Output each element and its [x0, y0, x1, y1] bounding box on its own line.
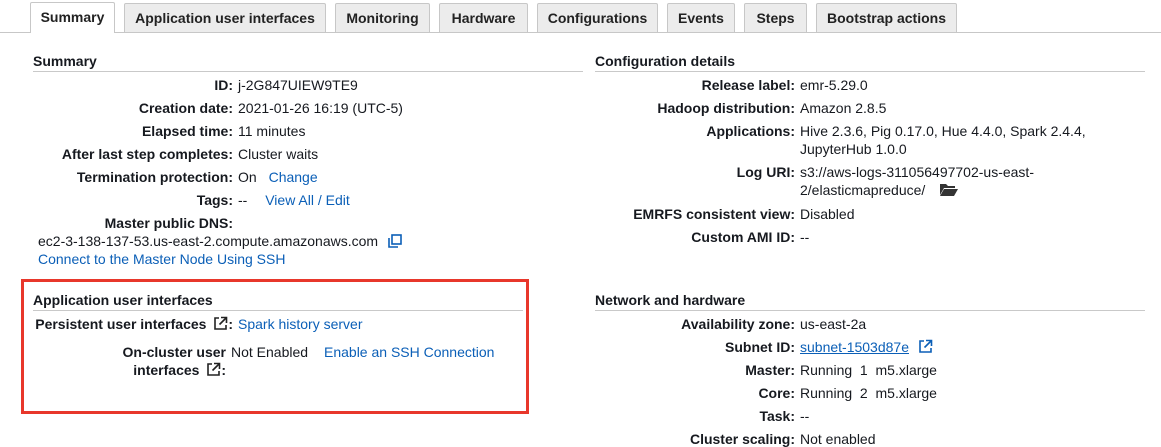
- tab-configurations[interactable]: Configurations: [537, 3, 658, 32]
- cluster-scaling-value: Not enabled: [800, 431, 876, 447]
- tab-events[interactable]: Events: [667, 3, 735, 32]
- connect-ssh-link[interactable]: Connect to the Master Node Using SSH: [38, 251, 285, 267]
- copy-icon[interactable]: [388, 234, 402, 251]
- creation-date-value: 2021-01-26 16:19 (UTC-5): [238, 100, 403, 116]
- custom-ami-value: --: [800, 229, 810, 245]
- applications-label: Applications:: [706, 123, 795, 139]
- subnet-id-row: subnet-1503d87e: [800, 339, 933, 357]
- elapsed-time-value: 11 minutes: [238, 123, 306, 139]
- termination-protection-label: Termination protection:: [76, 169, 233, 185]
- subnet-id-label: Subnet ID:: [725, 339, 795, 355]
- master-dns-row: ec2-3-138-137-53.us-east-2.compute.amazo…: [38, 233, 402, 251]
- creation-date-label: Creation date:: [138, 100, 233, 116]
- custom-ami-label: Custom AMI ID:: [691, 229, 795, 245]
- network-section-title: Network and hardware: [595, 292, 1145, 311]
- master-dns-value: ec2-3-138-137-53.us-east-2.compute.amazo…: [38, 233, 379, 249]
- task-label: Task:: [759, 408, 795, 424]
- tab-application-user-interfaces[interactable]: Application user interfaces: [124, 3, 326, 32]
- applications-value-line1: Hive 2.3.6, Pig 0.17.0, Hue 4.4.0, Spark…: [800, 123, 1086, 139]
- hadoop-distribution-label: Hadoop distribution:: [657, 100, 795, 116]
- tab-bar: Summary Application user interfaces Moni…: [0, 0, 1161, 33]
- termination-protection-status: On: [238, 169, 257, 185]
- tab-steps[interactable]: Steps: [744, 3, 807, 32]
- applications-value-line2: JupyterHub 1.0.0: [800, 141, 907, 157]
- view-edit-tags-link[interactable]: View All / Edit: [265, 192, 350, 208]
- task-value: --: [800, 408, 810, 424]
- log-uri-row-line2: 2/elasticmapreduce/: [800, 182, 959, 200]
- emrfs-label: EMRFS consistent view:: [633, 206, 795, 222]
- change-termination-link[interactable]: Change: [269, 169, 318, 185]
- after-last-step-value: Cluster waits: [238, 146, 319, 162]
- tags-value: -- View All / Edit: [238, 192, 350, 208]
- summary-section-title: Summary: [33, 53, 583, 72]
- termination-protection-value: On Change: [238, 169, 318, 185]
- highlight-box: [21, 279, 529, 414]
- elapsed-time-label: Elapsed time:: [141, 123, 233, 139]
- tab-summary[interactable]: Summary: [30, 2, 115, 33]
- master-dns-label: Master public DNS:: [104, 215, 233, 231]
- log-uri-value-line1: s3://aws-logs-311056497702-us-east-: [800, 164, 1034, 180]
- tab-bootstrap-actions[interactable]: Bootstrap actions: [816, 3, 957, 32]
- tab-monitoring[interactable]: Monitoring: [335, 3, 430, 32]
- configuration-section-title: Configuration details: [595, 53, 1145, 72]
- emrfs-value: Disabled: [800, 206, 855, 222]
- folder-icon[interactable]: [939, 182, 959, 200]
- id-label: ID:: [214, 77, 233, 93]
- core-label: Core:: [758, 385, 795, 401]
- external-link-icon[interactable]: [918, 339, 933, 357]
- availability-zone-value: us-east-2a: [800, 316, 867, 332]
- log-uri-label: Log URI:: [736, 164, 795, 180]
- after-last-step-label: After last step completes:: [61, 146, 233, 162]
- release-label-label: Release label:: [701, 77, 795, 93]
- core-value: Running 2 m5.xlarge: [800, 385, 937, 401]
- release-label-value: emr-5.29.0: [800, 77, 868, 93]
- tags-label: Tags:: [196, 192, 233, 208]
- hadoop-distribution-value: Amazon 2.8.5: [800, 100, 887, 116]
- availability-zone-label: Availability zone:: [681, 316, 795, 332]
- cluster-scaling-label: Cluster scaling:: [689, 431, 795, 447]
- tab-hardware[interactable]: Hardware: [439, 3, 528, 32]
- master-label: Master:: [745, 362, 795, 378]
- subnet-id-link[interactable]: subnet-1503d87e: [800, 339, 909, 355]
- log-uri-value-line2: 2/elasticmapreduce/: [800, 182, 926, 198]
- id-value: j-2G847UIEW9TE9: [238, 77, 358, 93]
- tags-status: --: [238, 192, 248, 208]
- master-value: Running 1 m5.xlarge: [800, 362, 937, 378]
